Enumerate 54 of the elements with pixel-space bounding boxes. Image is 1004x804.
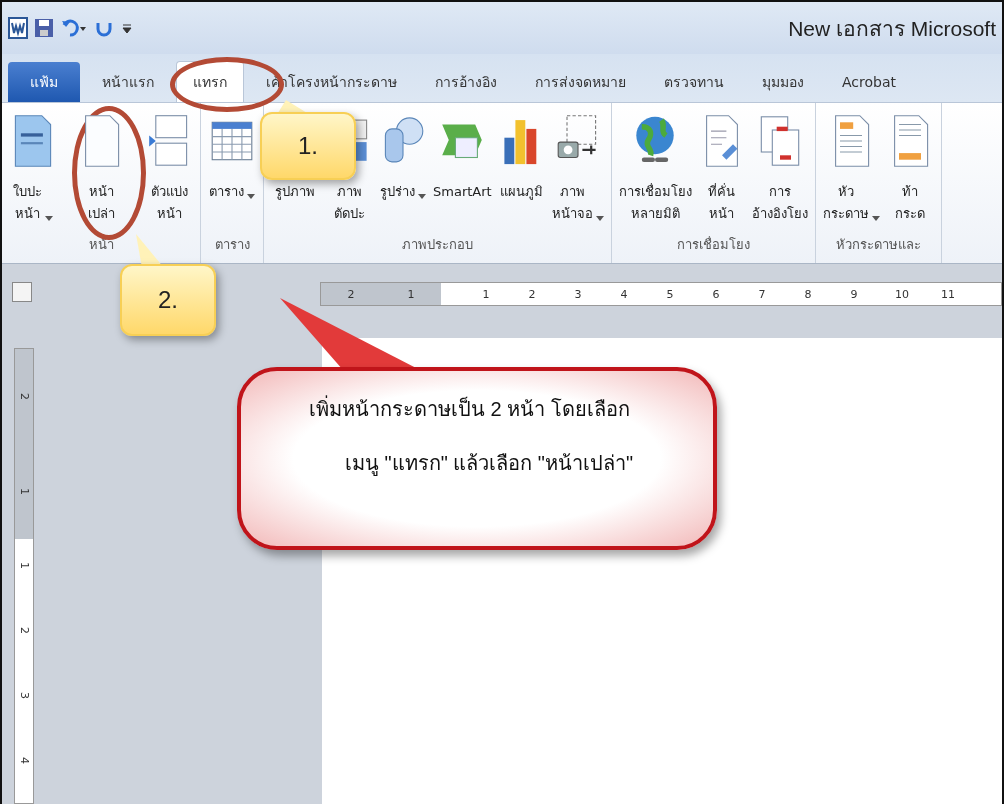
ribbon-button[interactable]: หัว กระดาษ: [819, 113, 883, 230]
ribbon-button[interactable]: ท้า กระด: [882, 113, 937, 230]
ruler-number: 2: [17, 393, 31, 400]
undo-icon[interactable]: [60, 17, 88, 39]
word-app-icon[interactable]: [8, 17, 28, 39]
ribbon-button[interactable]: หน้า เปล่า: [74, 113, 128, 230]
ruler-number: 6: [711, 287, 721, 301]
ruler-number: 5: [665, 287, 675, 301]
ruler-number: 1: [17, 562, 31, 569]
file-tab[interactable]: แฟ้ม: [8, 62, 80, 102]
vertical-ruler[interactable]: 2 1 1 2 3 4: [14, 348, 34, 804]
group-label: หน้า: [88, 236, 114, 254]
ribbon-button[interactable]: SmartArt: [430, 113, 495, 230]
ribbon-button[interactable]: ภาพ หน้าจอ: [548, 113, 607, 230]
ruler-number: 2: [346, 287, 356, 301]
tab-stop-selector[interactable]: [12, 282, 32, 302]
ruler-number: 1: [406, 287, 416, 301]
ruler-number: 9: [849, 287, 859, 301]
step-callout-tooltip: 1.: [260, 112, 356, 180]
ruler-number: 2: [527, 287, 537, 301]
note-text: เมนู "แทรก" แล้วเลือก "หน้าเปล่า": [345, 451, 635, 478]
ruler-number: 3: [573, 287, 583, 301]
ribbon-button[interactable]: ที่คั่น หน้า: [694, 113, 749, 230]
ribbon-button[interactable]: ตาราง: [205, 113, 259, 230]
ruler-number: 2: [17, 627, 31, 634]
ribbon-button[interactable]: การ อ้างอิงโยง: [748, 113, 811, 230]
note-text: เพิ่มหน้ากระดาษเป็น 2 หน้า โดยเลือก: [309, 393, 713, 425]
ribbon-tab[interactable]: มุมมอง: [746, 62, 820, 102]
ribbon-button[interactable]: แผนภูมิ: [494, 113, 549, 230]
ruler-number: 1: [17, 488, 31, 495]
window-title: New เอกสาร Microsoft: [788, 15, 996, 42]
group-label: หัวกระดาษและ: [835, 236, 921, 254]
save-icon[interactable]: [34, 17, 54, 39]
ribbon-tab[interactable]: การอ้างอิง: [419, 62, 513, 102]
ribbon-tab[interactable]: หน้าแรก: [86, 62, 170, 102]
ribbon-tab[interactable]: การส่งจดหมาย: [519, 62, 642, 102]
ruler-number: 4: [619, 287, 629, 301]
ruler-number: 8: [803, 287, 813, 301]
group-label: ตาราง: [214, 236, 250, 254]
ribbon-tab[interactable]: แทรก: [176, 61, 244, 102]
ruler-number: 3: [17, 692, 31, 699]
ribbon-tab[interactable]: Acrobat: [826, 62, 912, 102]
ribbon-button[interactable]: รูปร่าง: [376, 113, 430, 230]
ruler-number: 4: [17, 757, 31, 764]
ribbon-button[interactable]: ตัวแบ่ง หน้า: [142, 113, 196, 230]
group-label: ภาพประกอบ: [401, 236, 473, 254]
step-callout-tooltip: 2.: [120, 264, 216, 336]
ribbon-tab[interactable]: ตรวจทาน: [648, 62, 740, 102]
ribbon-button[interactable]: ใบปะ หน้า: [6, 113, 60, 230]
ribbon-button[interactable]: การเชื่อมโยง หลายมิติ: [615, 113, 695, 230]
ruler-number: 1: [481, 287, 491, 301]
horizontal-ruler[interactable]: 2 1 1 2 3 4 5 6 7 8 9 10 11: [320, 282, 1002, 306]
group-label: การเชื่อมโยง: [676, 235, 750, 254]
ruler-number: 7: [757, 287, 767, 301]
